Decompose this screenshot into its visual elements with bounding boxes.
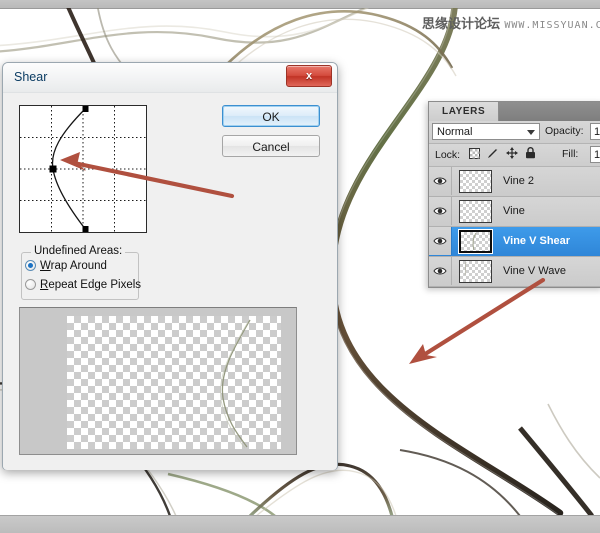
- undefined-areas-legend: Undefined Areas:: [31, 245, 126, 257]
- layer-name: Vine V Wave: [503, 265, 566, 277]
- layer-thumbnail[interactable]: [459, 260, 492, 283]
- eye-icon: [433, 177, 447, 185]
- radio-wrap-around[interactable]: Wrap Around: [25, 260, 107, 272]
- lock-row: Lock: Fill: 1: [429, 144, 600, 167]
- layer-name: Vine 2: [503, 175, 534, 187]
- app-chrome-bottom-bar: [0, 515, 600, 533]
- eye-icon: [433, 207, 447, 215]
- lock-transparent-pixels-icon[interactable]: [469, 147, 480, 162]
- layer-thumbnail[interactable]: [458, 229, 493, 254]
- layer-thumbnail[interactable]: [459, 200, 492, 223]
- layer-row-vine-v-shear[interactable]: Vine V Shear: [429, 227, 600, 257]
- shear-dialog: Shear x OK Cancel Undefined Areas: Wrap …: [2, 62, 338, 470]
- layers-panel: LAYERS Normal Opacity: 1 Lock: Fill: 1 V…: [428, 101, 600, 288]
- layer-thumbnail[interactable]: [459, 170, 492, 193]
- blend-mode-value: Normal: [437, 126, 473, 138]
- panel-tab-strip: LAYERS: [429, 102, 600, 121]
- ok-button[interactable]: OK: [222, 105, 320, 127]
- opacity-label: Opacity:: [545, 125, 584, 137]
- dialog-title-bar[interactable]: Shear x: [3, 63, 337, 93]
- layer-row-vine-2[interactable]: Vine 2: [429, 167, 600, 197]
- blend-mode-select[interactable]: Normal: [432, 123, 540, 140]
- shear-preview-pane[interactable]: [19, 307, 297, 455]
- preview-vine-shape: [219, 319, 251, 449]
- radio-wrap-around-mnemonic: W: [40, 260, 51, 272]
- eye-icon: [433, 267, 447, 275]
- photoshop-canvas-stage: 思缘设计论坛 WWW.MISSYUAN.COM Shear x: [0, 0, 600, 533]
- layer-row-vine[interactable]: Vine: [429, 197, 600, 227]
- dialog-body: OK Cancel Undefined Areas: Wrap Around R…: [3, 93, 337, 470]
- layer-visibility-toggle[interactable]: [429, 197, 452, 225]
- layer-visibility-toggle[interactable]: [429, 227, 452, 255]
- shear-curve-grid[interactable]: [19, 105, 147, 233]
- layer-thumbnail-content: [472, 232, 477, 251]
- layer-visibility-toggle[interactable]: [429, 167, 452, 195]
- lock-all-icon[interactable]: [525, 147, 536, 162]
- preview-transparency-checkerboard: [67, 316, 281, 449]
- watermark: 思缘设计论坛 WWW.MISSYUAN.COM: [422, 13, 600, 32]
- chevron-down-icon[interactable]: [527, 130, 535, 135]
- radio-repeat-edge-pixels[interactable]: Repeat Edge Pixels: [25, 279, 141, 291]
- layer-visibility-toggle[interactable]: [429, 257, 452, 285]
- layer-name: Vine: [503, 205, 525, 217]
- layer-name: Vine V Shear: [503, 235, 571, 247]
- dialog-title: Shear: [14, 70, 48, 84]
- layer-row-vine-v-wave[interactable]: Vine V Wave: [429, 257, 600, 287]
- lock-image-pixels-icon[interactable]: [487, 148, 499, 162]
- radio-wrap-around-label: rap Around: [50, 260, 107, 272]
- layer-thumbnail-content: [464, 261, 467, 276]
- blend-mode-row: Normal Opacity: 1: [429, 121, 600, 144]
- radio-repeat-edge-label: epeat Edge Pixels: [48, 279, 142, 291]
- opacity-input[interactable]: 1: [590, 123, 600, 140]
- cancel-button[interactable]: Cancel: [222, 135, 320, 157]
- fill-input[interactable]: 1: [590, 146, 600, 163]
- close-icon[interactable]: x: [286, 65, 332, 87]
- radio-dot-icon: [25, 279, 36, 290]
- lock-label: Lock:: [435, 149, 461, 161]
- watermark-cn-text: 思缘设计论坛: [422, 17, 501, 32]
- lock-position-icon[interactable]: [506, 147, 518, 162]
- lock-icon-group: [469, 147, 536, 162]
- fill-label: Fill:: [562, 148, 579, 160]
- eye-icon: [433, 237, 447, 245]
- shear-curve-plot[interactable]: [20, 106, 146, 232]
- tab-layers[interactable]: LAYERS: [429, 102, 500, 121]
- radio-dot-icon: [25, 260, 36, 271]
- watermark-url-text: WWW.MISSYUAN.COM: [504, 20, 600, 31]
